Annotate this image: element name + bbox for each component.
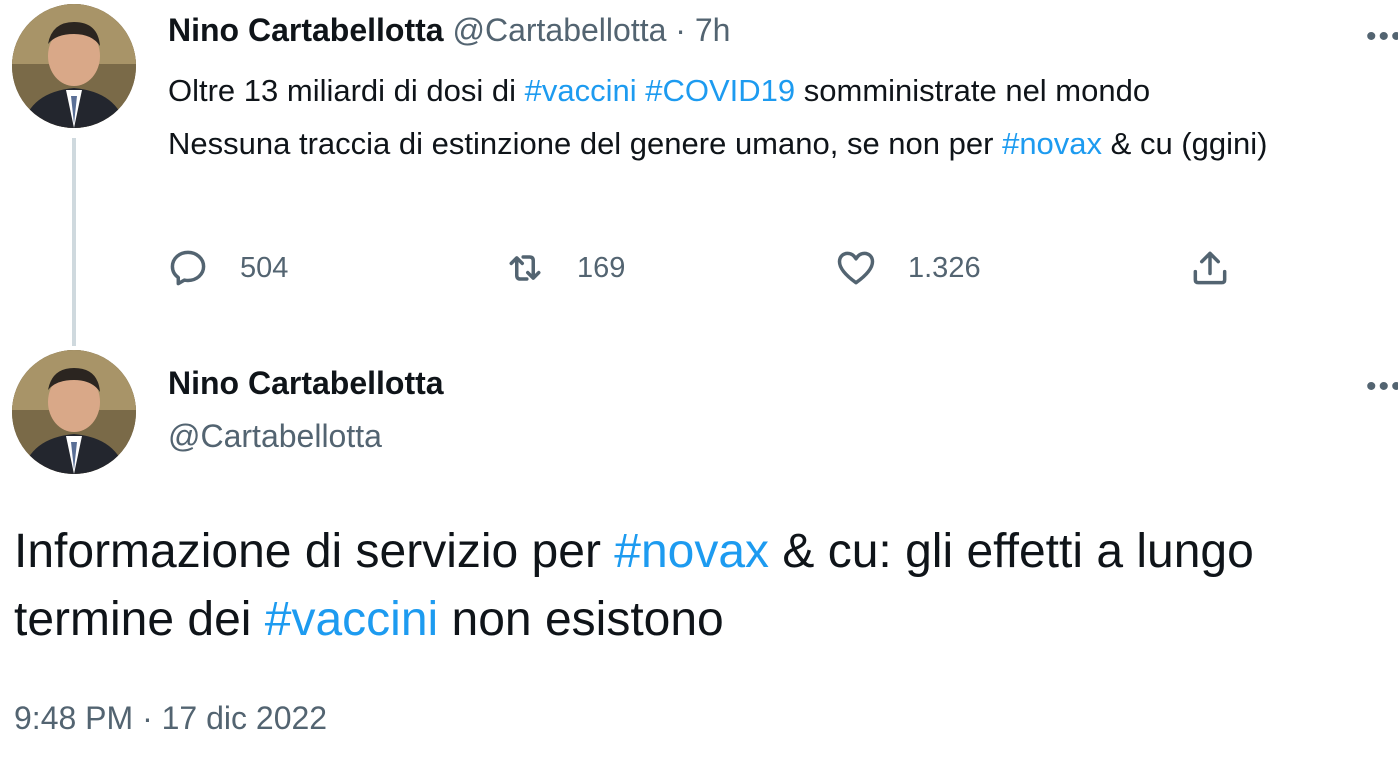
hashtag-link[interactable]: #novax <box>614 525 769 578</box>
thread-connector-line <box>72 138 76 346</box>
hashtag-link[interactable]: #novax <box>1002 126 1102 161</box>
more-icon[interactable]: ••• <box>1366 372 1398 402</box>
avatar-image <box>12 4 136 128</box>
like-icon <box>837 251 875 285</box>
main-tweet-text: Informazione di servizio per #novax & cu… <box>14 518 1394 654</box>
reply-icon <box>170 250 206 286</box>
retweet-icon <box>509 255 541 281</box>
more-icon[interactable]: ••• <box>1366 22 1398 52</box>
hashtag-link[interactable]: #vaccini <box>265 593 438 646</box>
text-segment: non esistono <box>438 593 724 646</box>
reply-button[interactable]: 504 <box>166 246 288 290</box>
text-segment: somministrate nel mondo <box>795 73 1151 108</box>
avatar[interactable] <box>12 350 136 474</box>
display-name[interactable]: Nino Cartabellotta <box>168 365 444 402</box>
handle[interactable]: @Cartabellotta <box>168 418 382 455</box>
retweet-count: 169 <box>577 251 626 284</box>
text-segment <box>637 73 646 108</box>
tweet-timestamp[interactable]: 9:48 PM · 17 dic 2022 <box>14 700 327 737</box>
text-segment: Oltre 13 miliardi di dosi di <box>168 73 525 108</box>
handle[interactable]: @Cartabellotta <box>452 12 666 48</box>
text-segment: & cu (ggini) <box>1102 126 1268 161</box>
hashtag-link[interactable]: #COVID19 <box>645 73 795 108</box>
separator: · <box>675 12 686 48</box>
display-name[interactable]: Nino Cartabellotta <box>168 12 444 48</box>
tweet-header: Nino Cartabellotta @Cartabellotta · 7h <box>168 12 730 49</box>
like-count: 1.326 <box>908 251 981 284</box>
tweet-thread: Nino Cartabellotta @Cartabellotta · 7h •… <box>0 0 1398 757</box>
avatar[interactable] <box>12 4 136 128</box>
like-button[interactable]: 1.326 <box>834 246 981 290</box>
retweet-button[interactable]: 169 <box>503 246 625 290</box>
tweet-text: Oltre 13 miliardi di dosi di #vaccini #C… <box>168 64 1388 170</box>
reply-count: 504 <box>240 251 289 284</box>
text-segment: Nessuna traccia di estinzione del genere… <box>168 126 1003 161</box>
time-ago[interactable]: 7h <box>695 12 731 48</box>
share-icon <box>1193 251 1227 285</box>
avatar-image <box>12 350 136 474</box>
hashtag-link[interactable]: #vaccini <box>525 73 637 108</box>
text-segment: Informazione di servizio per <box>14 525 615 578</box>
tweet-actions: 504 169 1.326 <box>0 246 1398 296</box>
share-button[interactable] <box>1188 246 1232 290</box>
